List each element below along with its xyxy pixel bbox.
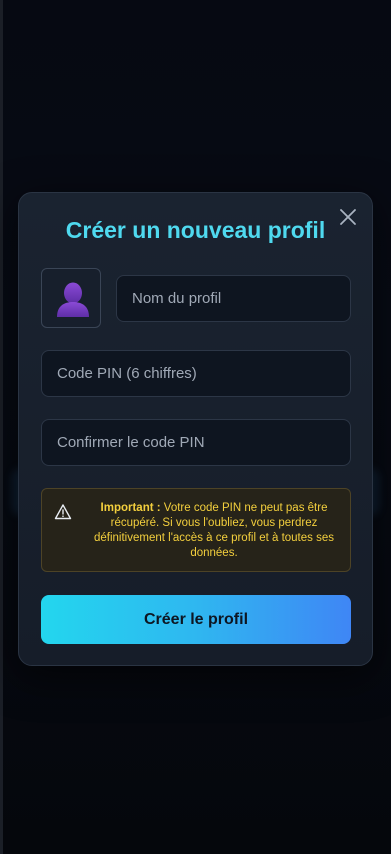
warning-triangle-icon: [54, 504, 72, 520]
pin-warning-box: Important : Votre code PIN ne peut pas ê…: [41, 488, 351, 572]
confirm-pin-input[interactable]: [41, 419, 351, 466]
pin-code-input[interactable]: [41, 350, 351, 397]
modal-title: Créer un nouveau profil: [65, 217, 326, 243]
avatar-picker-button[interactable]: [41, 268, 101, 328]
profile-name-input[interactable]: [116, 275, 351, 322]
create-profile-modal: Créer un nouveau profil Nom du profil Im…: [18, 192, 373, 666]
user-silhouette-icon: [57, 282, 89, 317]
warning-text: Important : Votre code PIN ne peut pas ê…: [90, 501, 338, 561]
create-profile-button[interactable]: Créer le profil: [41, 595, 351, 644]
window-edge: [0, 0, 3, 854]
page: Créer un nouveau profil Nom du profil Im…: [0, 0, 391, 854]
warning-label: Important :: [100, 502, 161, 514]
